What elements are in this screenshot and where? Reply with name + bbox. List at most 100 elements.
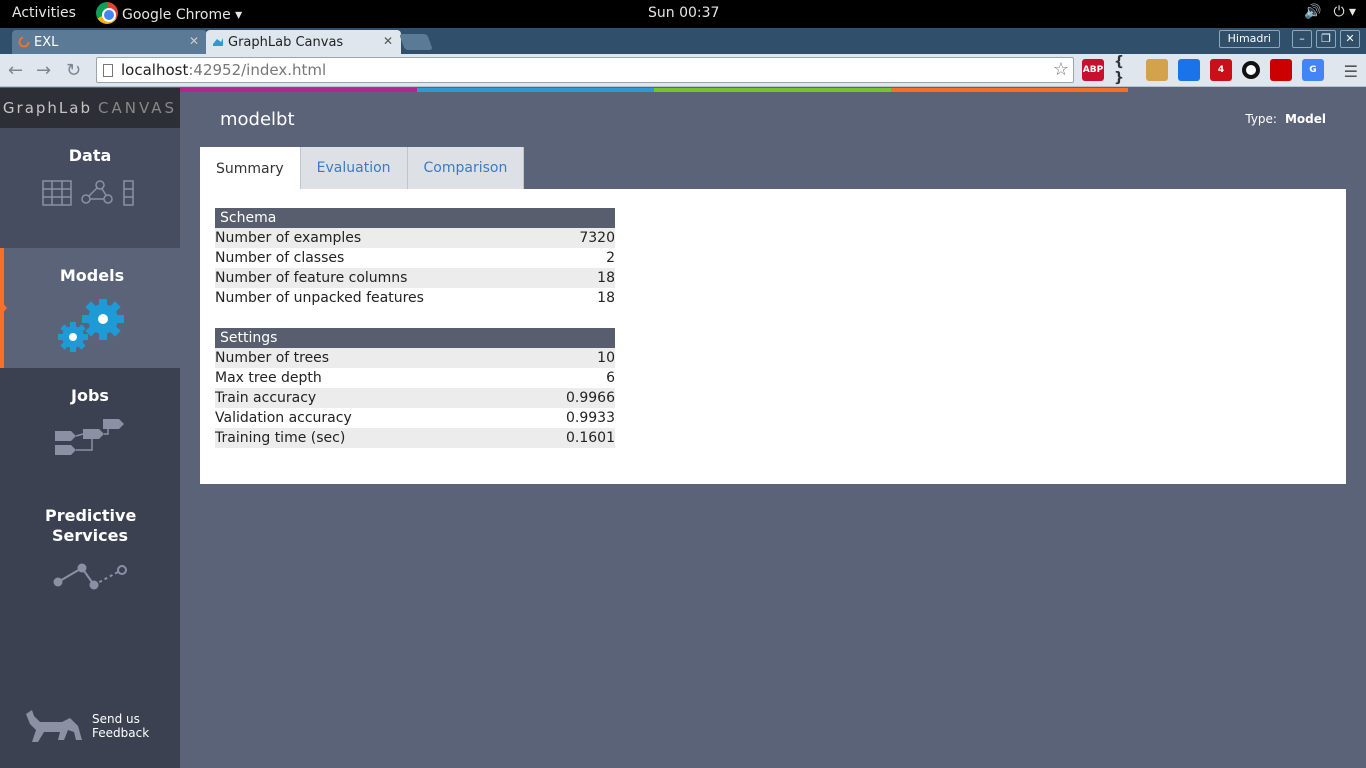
- close-window-icon[interactable]: ✕: [1340, 30, 1360, 48]
- ext-face-icon[interactable]: [1146, 59, 1168, 81]
- app-menu[interactable]: Google Chrome ▾: [96, 2, 243, 24]
- table-row: Number of trees 10: [215, 348, 615, 368]
- table-row: Validation accuracy 0.9933: [215, 408, 615, 428]
- system-top-bar: Activities Google Chrome ▾ Sun 00:37 🔊 ⏻…: [0, 0, 1366, 28]
- system-tray[interactable]: 🔊 ⏻ ▾: [1304, 4, 1356, 20]
- url-host: localhost: [121, 61, 189, 79]
- table-row: Training time (sec) 0.1601: [215, 428, 615, 448]
- json-formatter-icon[interactable]: { }: [1114, 54, 1136, 86]
- window-controls: Himadri – ❐ ✕: [1218, 30, 1360, 48]
- chrome-logo-icon: [96, 2, 118, 24]
- tab-title: EXL: [34, 34, 59, 50]
- row-value: 10: [597, 350, 615, 366]
- bookmark-star-icon[interactable]: ☆: [1053, 59, 1069, 80]
- summary-panel: Schema Number of examples 7320 Number of c…: [200, 189, 1346, 484]
- table-row: Number of unpacked features 18: [215, 288, 615, 308]
- new-tab-button[interactable]: [399, 34, 433, 50]
- browser-tab-strip: EXL ✕ GraphLab Canvas ✕ Himadri – ❐ ✕: [0, 28, 1366, 54]
- sidebar-item-label: Jobs: [71, 386, 109, 405]
- profile-button[interactable]: Himadri: [1218, 30, 1280, 48]
- sidebar-item-label: Models: [59, 266, 125, 285]
- chrome-menu-icon[interactable]: ☰: [1344, 62, 1358, 81]
- gears-icon: [57, 298, 127, 361]
- brand-sub: CANVAS: [98, 99, 178, 117]
- adblock-plus-icon[interactable]: ABP: [1082, 59, 1104, 81]
- row-value: 0.1601: [566, 430, 615, 446]
- clock[interactable]: Sun 00:37: [648, 5, 719, 21]
- feedback-line-2: Feedback: [92, 726, 150, 740]
- table-row: Max tree depth 6: [215, 368, 615, 388]
- back-icon[interactable]: ←: [8, 60, 23, 81]
- browser-tab-exl[interactable]: EXL ✕: [12, 30, 207, 54]
- table-row: Number of feature columns 18: [215, 268, 615, 288]
- tab-comparison[interactable]: Comparison: [407, 147, 525, 189]
- model-tabs: Summary Evaluation Comparison: [200, 147, 525, 190]
- extension-icons: ABP { } 4 G: [1082, 54, 1324, 86]
- tab-evaluation[interactable]: Evaluation: [300, 147, 408, 189]
- sidebar-item-jobs[interactable]: Jobs: [0, 368, 180, 488]
- row-value: 18: [597, 270, 615, 286]
- graphlab-favicon-icon: [212, 36, 224, 48]
- row-label: Number of trees: [215, 350, 330, 366]
- reload-icon[interactable]: ↻: [66, 60, 81, 81]
- canvas-logo: GraphLab CANVAS: [0, 88, 180, 128]
- pocket-icon[interactable]: [1178, 59, 1200, 81]
- opera-icon[interactable]: 4: [1210, 59, 1232, 81]
- settings-table: Settings Number of trees 10 Max tree depth…: [215, 328, 615, 448]
- model-name: modelbt: [220, 109, 295, 130]
- circle-icon[interactable]: [1242, 61, 1260, 79]
- address-bar[interactable]: localhost:42952/index.html ☆: [96, 57, 1074, 83]
- google-translate-icon[interactable]: G: [1302, 59, 1324, 81]
- sidebar-item-data[interactable]: Data: [0, 128, 180, 248]
- sidebar-item-predictive-services[interactable]: Predictive Services: [0, 488, 180, 608]
- row-label: Validation accuracy: [215, 410, 352, 426]
- url-path: :42952/index.html: [188, 61, 327, 79]
- wolf-logo-icon: [26, 710, 82, 742]
- predictive-services-icon: [52, 560, 128, 596]
- sidebar-item-models[interactable]: Models: [0, 248, 180, 368]
- forward-icon[interactable]: →: [36, 60, 51, 81]
- data-icon: [42, 179, 138, 213]
- type-value: Model: [1284, 112, 1326, 126]
- row-label: Max tree depth: [215, 370, 322, 386]
- send-feedback-link[interactable]: Send us Feedback: [24, 706, 149, 746]
- table-row: Number of classes 2: [215, 248, 615, 268]
- sidebar-item-label: Predictive Services: [45, 506, 137, 545]
- row-value: 18: [597, 290, 615, 306]
- power-icon[interactable]: ⏻ ▾: [1333, 4, 1356, 20]
- activities-button[interactable]: Activities: [12, 5, 76, 21]
- app-menu-label: Google Chrome ▾: [122, 6, 243, 23]
- page-icon: [103, 64, 113, 77]
- loading-spinner-icon: [18, 36, 30, 48]
- medical-cross-icon[interactable]: [1270, 59, 1292, 81]
- row-value: 6: [606, 370, 615, 386]
- volume-icon[interactable]: 🔊: [1304, 4, 1321, 20]
- tab-summary[interactable]: Summary: [200, 147, 301, 190]
- browser-tab-graphlab[interactable]: GraphLab Canvas ✕: [206, 30, 401, 54]
- maximize-icon[interactable]: ❐: [1316, 30, 1336, 48]
- row-label: Train accuracy: [215, 390, 317, 406]
- row-value: 0.9966: [566, 390, 615, 406]
- close-tab-icon[interactable]: ✕: [383, 34, 393, 48]
- row-value: 0.9933: [566, 410, 615, 426]
- feedback-line-1: Send us: [92, 712, 140, 726]
- jobs-icon: [55, 419, 125, 467]
- sidebar: GraphLab CANVAS Data Models Jobs Predict…: [0, 88, 180, 768]
- row-label: Number of classes: [215, 250, 345, 266]
- brand-main: GraphLab: [2, 99, 93, 117]
- type-label: Type:: [1245, 112, 1277, 126]
- table-row: Train accuracy 0.9966: [215, 388, 615, 408]
- schema-heading: Schema: [215, 208, 615, 228]
- schema-table: Schema Number of examples 7320 Number of c…: [215, 208, 615, 308]
- model-type: Type: Model: [1245, 112, 1326, 126]
- tab-title: GraphLab Canvas: [228, 34, 344, 50]
- browser-toolbar: ← → ↻ localhost:42952/index.html ☆ ABP { …: [0, 54, 1366, 87]
- row-label: Number of feature columns: [215, 270, 408, 286]
- row-value: 2: [606, 250, 615, 266]
- close-tab-icon[interactable]: ✕: [189, 34, 199, 48]
- minimize-icon[interactable]: –: [1292, 30, 1312, 48]
- row-label: Number of unpacked features: [215, 290, 424, 306]
- row-label: Training time (sec): [215, 430, 346, 446]
- sidebar-item-label: Data: [68, 146, 112, 165]
- row-value: 7320: [579, 230, 615, 246]
